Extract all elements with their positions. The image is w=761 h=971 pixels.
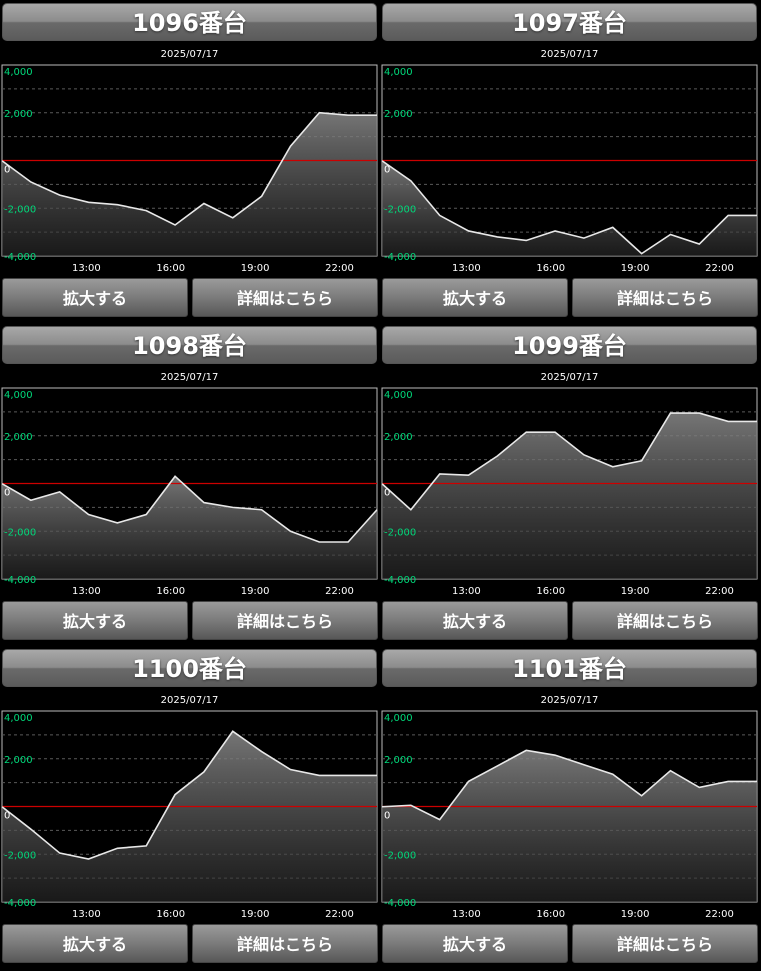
details-button[interactable]: 詳細はこちら <box>192 278 378 317</box>
y-tick-label: 2,000 <box>384 432 413 443</box>
chart-date: 2025/07/17 <box>160 49 219 60</box>
details-button[interactable]: 詳細はこちら <box>192 924 378 963</box>
y-tick-label: 4,000 <box>4 67 33 78</box>
chart-date: 2025/07/17 <box>540 49 599 60</box>
x-tick-label: 13:00 <box>452 263 481 274</box>
x-tick-label: 16:00 <box>156 586 185 597</box>
slump-chart: 4,000 2,000 0 -2,000 -4,000 13:00 16:00 19:00 22… <box>1 387 378 597</box>
y-tick-label: 2,000 <box>4 755 33 766</box>
y-tick-label: 4,000 <box>4 390 33 401</box>
x-tick-label: 22:00 <box>325 263 354 274</box>
y-tick-label: 0 <box>4 488 10 499</box>
x-tick-label: 16:00 <box>536 909 565 920</box>
machine-panel: 1096番台 2025/07/17 4,000 2,000 0 -2,000 -4,00… <box>1 1 378 321</box>
chart-date: 2025/07/17 <box>160 372 219 383</box>
machine-title: 1098番台 <box>2 326 377 364</box>
x-tick-label: 22:00 <box>705 909 734 920</box>
zoom-button[interactable]: 拡大する <box>382 601 568 640</box>
x-tick-label: 16:00 <box>156 263 185 274</box>
x-tick-label: 13:00 <box>72 586 101 597</box>
y-tick-label: 4,000 <box>384 390 413 401</box>
y-tick-label: 2,000 <box>384 755 413 766</box>
x-tick-label: 13:00 <box>72 909 101 920</box>
y-tick-label: -4,000 <box>384 252 416 263</box>
y-tick-label: 4,000 <box>384 67 413 78</box>
x-tick-label: 19:00 <box>621 263 650 274</box>
x-tick-label: 19:00 <box>621 909 650 920</box>
x-tick-label: 22:00 <box>705 586 734 597</box>
machine-title: 1096番台 <box>2 3 377 41</box>
y-tick-label: 0 <box>384 811 390 822</box>
y-tick-label: 4,000 <box>4 713 33 724</box>
slump-chart: 4,000 2,000 0 -2,000 -4,000 13:00 16:00 19:00 22… <box>381 387 758 597</box>
y-tick-label: 2,000 <box>384 109 413 120</box>
y-tick-label: 4,000 <box>384 713 413 724</box>
x-tick-label: 19:00 <box>621 586 650 597</box>
x-tick-label: 19:00 <box>241 909 270 920</box>
y-tick-label: 2,000 <box>4 109 33 120</box>
details-button[interactable]: 詳細はこちら <box>572 601 758 640</box>
zoom-button[interactable]: 拡大する <box>2 278 188 317</box>
machine-title: 1099番台 <box>382 326 757 364</box>
details-button[interactable]: 詳細はこちら <box>572 924 758 963</box>
x-tick-label: 13:00 <box>452 586 481 597</box>
x-tick-label: 22:00 <box>325 586 354 597</box>
slump-chart: 4,000 2,000 0 -2,000 -4,000 13:00 16:00 19:00 22… <box>381 710 758 920</box>
y-tick-label: -4,000 <box>4 575 36 586</box>
x-tick-label: 19:00 <box>241 263 270 274</box>
x-tick-label: 13:00 <box>452 909 481 920</box>
y-tick-label: -4,000 <box>384 898 416 909</box>
y-tick-label: -2,000 <box>4 527 36 538</box>
machine-title: 1097番台 <box>382 3 757 41</box>
y-tick-label: -4,000 <box>4 898 36 909</box>
machine-title: 1101番台 <box>382 649 757 687</box>
y-tick-label: -4,000 <box>4 252 36 263</box>
machine-panel: 1101番台 2025/07/17 4,000 2,000 0 -2,000 -4,00… <box>381 647 758 967</box>
zoom-button[interactable]: 拡大する <box>2 924 188 963</box>
chart-date: 2025/07/17 <box>160 695 219 706</box>
slump-chart: 4,000 2,000 0 -2,000 -4,000 13:00 16:00 19:00 22… <box>381 64 758 274</box>
y-tick-label: 0 <box>4 811 10 822</box>
zoom-button[interactable]: 拡大する <box>382 924 568 963</box>
x-tick-label: 16:00 <box>536 263 565 274</box>
x-tick-label: 16:00 <box>156 909 185 920</box>
machine-grid: 1096番台 2025/07/17 4,000 2,000 0 -2,000 -4,00… <box>0 0 761 971</box>
details-button[interactable]: 詳細はこちら <box>572 278 758 317</box>
y-tick-label: -2,000 <box>384 850 416 861</box>
machine-title: 1100番台 <box>2 649 377 687</box>
y-tick-label: 0 <box>384 488 390 499</box>
slump-chart: 4,000 2,000 0 -2,000 -4,000 13:00 16:00 19:00 22… <box>1 64 378 274</box>
chart-date: 2025/07/17 <box>540 695 599 706</box>
y-tick-label: -2,000 <box>4 850 36 861</box>
y-tick-label: 2,000 <box>4 432 33 443</box>
y-tick-label: 0 <box>4 165 10 176</box>
y-tick-label: -2,000 <box>384 527 416 538</box>
machine-panel: 1098番台 2025/07/17 4,000 2,000 0 -2,000 -4,00… <box>1 324 378 644</box>
machine-panel: 1099番台 2025/07/17 4,000 2,000 0 -2,000 -4,00… <box>381 324 758 644</box>
machine-panel: 1097番台 2025/07/17 4,000 2,000 0 -2,000 -4,00… <box>381 1 758 321</box>
x-tick-label: 22:00 <box>325 909 354 920</box>
y-tick-label: -4,000 <box>384 575 416 586</box>
machine-panel: 1100番台 2025/07/17 4,000 2,000 0 -2,000 -4,00… <box>1 647 378 967</box>
y-tick-label: -2,000 <box>384 204 416 215</box>
chart-date: 2025/07/17 <box>540 372 599 383</box>
y-tick-label: 0 <box>384 165 390 176</box>
x-tick-label: 22:00 <box>705 263 734 274</box>
zoom-button[interactable]: 拡大する <box>382 278 568 317</box>
slump-chart: 4,000 2,000 0 -2,000 -4,000 13:00 16:00 19:00 22… <box>1 710 378 920</box>
zoom-button[interactable]: 拡大する <box>2 601 188 640</box>
x-tick-label: 16:00 <box>536 586 565 597</box>
x-tick-label: 19:00 <box>241 586 270 597</box>
x-tick-label: 13:00 <box>72 263 101 274</box>
details-button[interactable]: 詳細はこちら <box>192 601 378 640</box>
y-tick-label: -2,000 <box>4 204 36 215</box>
